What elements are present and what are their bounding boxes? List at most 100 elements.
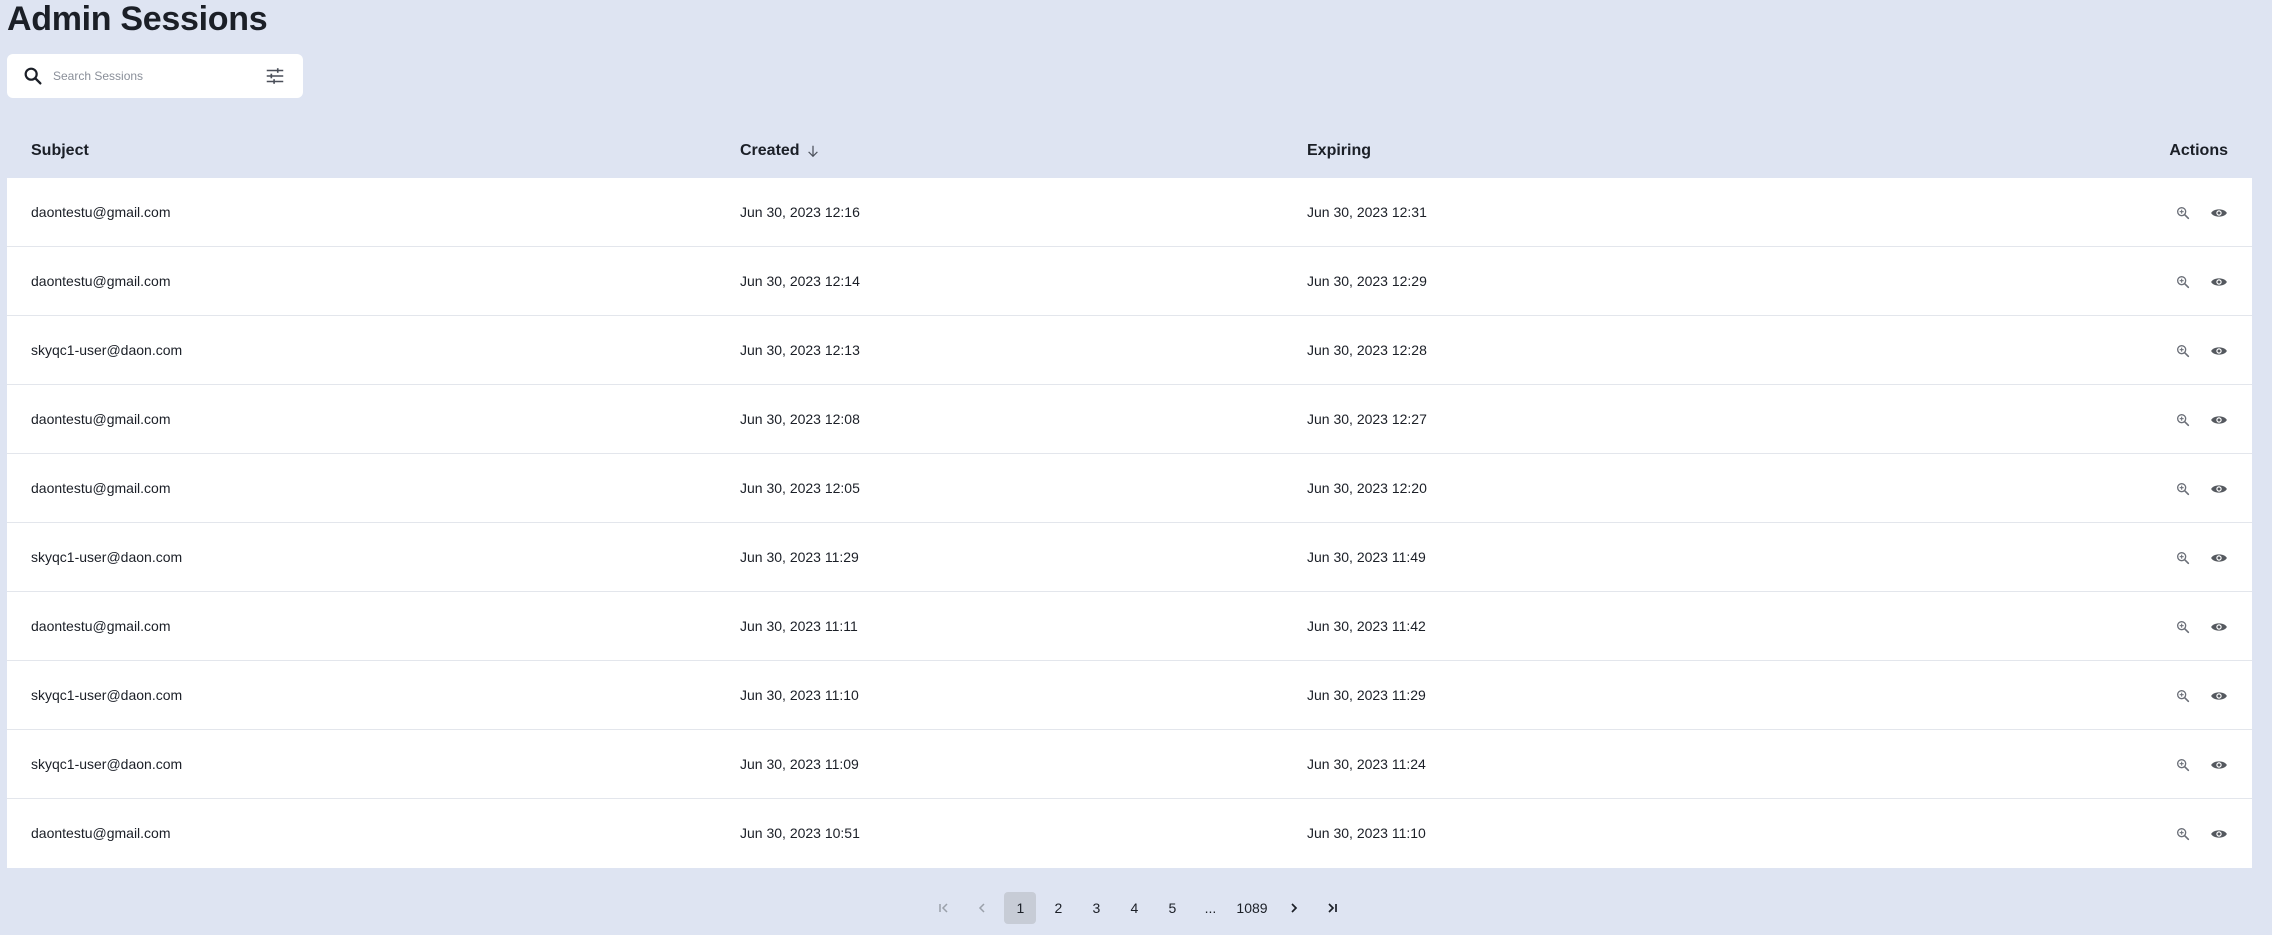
view-session-button[interactable] [2210,549,2228,567]
eye-icon [2211,484,2227,493]
first-page-button[interactable] [928,892,960,924]
cell-subject: skyqc1-user@daon.com [31,549,183,565]
cell-subject: daontestu@gmail.com [31,411,171,427]
eye-icon [2211,553,2227,562]
cell-created: Jun 30, 2023 12:16 [740,204,860,220]
cell-actions [2174,454,2228,523]
table-row: daontestu@gmail.com Jun 30, 2023 12:05 Jun… [7,454,2252,523]
inspect-session-button[interactable] [2174,342,2192,360]
filter-sliders-icon[interactable] [263,65,287,87]
column-header-subject[interactable]: Subject [31,124,89,178]
inspect-session-button[interactable] [2174,756,2192,774]
search-input[interactable] [53,64,243,88]
page-button-last[interactable]: 1089 [1232,892,1271,924]
table-row: skyqc1-user@daon.com Jun 30, 2023 11:29 Ju… [7,523,2252,592]
view-session-button[interactable] [2210,342,2228,360]
cell-created: Jun 30, 2023 10:51 [740,825,860,841]
eye-icon [2211,622,2227,631]
next-page-button[interactable] [1278,892,1310,924]
cell-subject: daontestu@gmail.com [31,618,171,634]
cell-actions [2174,661,2228,730]
zoom-in-icon [2177,206,2190,219]
zoom-in-icon [2177,620,2190,633]
cell-subject: daontestu@gmail.com [31,825,171,841]
zoom-in-icon [2177,551,2190,564]
cell-actions [2174,799,2228,868]
cell-created: Jun 30, 2023 11:10 [740,687,859,703]
cell-actions [2174,385,2228,454]
cell-created: Jun 30, 2023 11:09 [740,756,859,772]
prev-page-icon [979,903,985,913]
cell-actions [2174,730,2228,799]
cell-created: Jun 30, 2023 12:14 [740,273,860,289]
inspect-session-button[interactable] [2174,273,2192,291]
eye-icon [2211,829,2227,838]
cell-expiring: Jun 30, 2023 11:10 [1307,825,1426,841]
zoom-in-icon [2177,413,2190,426]
inspect-session-button[interactable] [2174,411,2192,429]
inspect-session-button[interactable] [2174,825,2192,843]
cell-subject: skyqc1-user@daon.com [31,342,183,358]
sessions-table: Subject Created Expiring Actions daontes… [7,124,2252,868]
search-bar [7,54,303,98]
view-session-button[interactable] [2210,618,2228,636]
cell-expiring: Jun 30, 2023 11:29 [1307,687,1426,703]
page-button-1[interactable]: 1 [1004,892,1037,924]
cell-created: Jun 30, 2023 12:08 [740,411,860,427]
view-session-button[interactable] [2210,687,2228,705]
cell-expiring: Jun 30, 2023 12:28 [1307,342,1427,358]
eye-icon [2211,691,2227,700]
pagination: 1 2 3 4 5 ... 1089 [0,892,2272,924]
inspect-session-button[interactable] [2174,549,2192,567]
column-header-created-label: Created [740,142,800,159]
cell-expiring: Jun 30, 2023 12:31 [1307,204,1427,220]
zoom-in-icon [2177,689,2190,702]
column-header-expiring[interactable]: Expiring [1307,124,1371,178]
inspect-session-button[interactable] [2174,480,2192,498]
table-row: daontestu@gmail.com Jun 30, 2023 10:51 Jun… [7,799,2252,868]
cell-expiring: Jun 30, 2023 11:24 [1307,756,1426,772]
view-session-button[interactable] [2210,480,2228,498]
table-row: skyqc1-user@daon.com Jun 30, 2023 12:13 Ju… [7,316,2252,385]
cell-expiring: Jun 30, 2023 11:49 [1307,549,1426,565]
prev-page-button[interactable] [966,892,998,924]
cell-created: Jun 30, 2023 12:05 [740,480,860,496]
table-row: skyqc1-user@daon.com Jun 30, 2023 11:09 Ju… [7,730,2252,799]
eye-icon [2211,760,2227,769]
page-button-2[interactable]: 2 [1042,892,1074,924]
view-session-button[interactable] [2210,273,2228,291]
table-row: daontestu@gmail.com Jun 30, 2023 12:14 Jun… [7,247,2252,316]
cell-actions [2174,592,2228,661]
next-page-icon [1290,903,1297,913]
cell-expiring: Jun 30, 2023 12:29 [1307,273,1427,289]
first-page-icon [939,903,948,913]
cell-subject: daontestu@gmail.com [31,204,171,220]
page-button-4[interactable]: 4 [1118,892,1150,924]
last-page-button[interactable] [1316,892,1348,924]
last-page-icon [1327,903,1337,913]
table-row: daontestu@gmail.com Jun 30, 2023 12:08 Jun… [7,385,2252,454]
cell-expiring: Jun 30, 2023 11:42 [1307,618,1426,634]
zoom-in-icon [2177,344,2190,357]
zoom-in-icon [2177,482,2190,495]
cell-expiring: Jun 30, 2023 12:27 [1307,411,1427,427]
view-session-button[interactable] [2210,825,2228,843]
cell-subject: daontestu@gmail.com [31,273,171,289]
page-button-5[interactable]: 5 [1156,892,1188,924]
column-header-created[interactable]: Created [740,124,820,178]
page-button-3[interactable]: 3 [1080,892,1112,924]
inspect-session-button[interactable] [2174,204,2192,222]
eye-icon [2211,346,2227,355]
inspect-session-button[interactable] [2174,618,2192,636]
view-session-button[interactable] [2210,204,2228,222]
view-session-button[interactable] [2210,411,2228,429]
eye-icon [2211,208,2227,217]
search-icon [24,67,42,85]
view-session-button[interactable] [2210,756,2228,774]
inspect-session-button[interactable] [2174,687,2192,705]
table-header: Subject Created Expiring Actions [7,124,2252,178]
cell-created: Jun 30, 2023 12:13 [740,342,860,358]
cell-actions [2174,178,2228,247]
table-row: daontestu@gmail.com Jun 30, 2023 11:11 Jun… [7,592,2252,661]
zoom-in-icon [2177,758,2190,771]
